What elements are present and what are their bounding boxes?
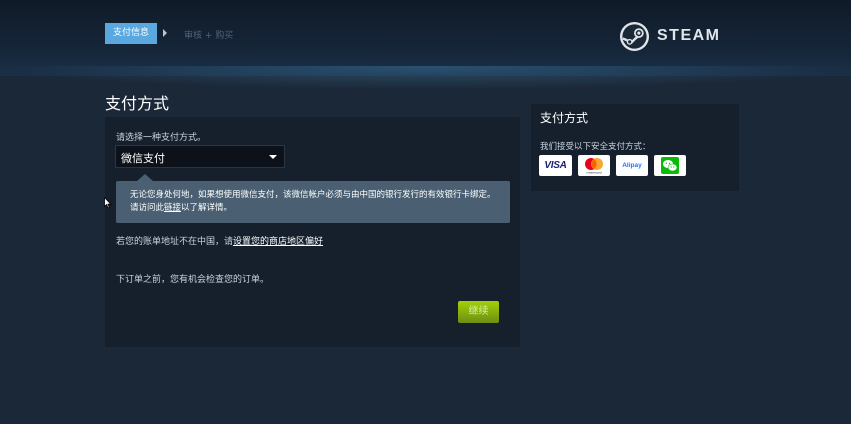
mastercard-icon: mastercard bbox=[578, 155, 610, 176]
continue-button[interactable]: 继续 bbox=[458, 301, 499, 323]
notice-text: 无论您身处何地，如果想使用微信支付，该微信帐户必须与由中国的银行发行的有效银行卡… bbox=[130, 189, 502, 215]
wechat-pay-icon bbox=[654, 155, 686, 176]
steam-logo[interactable]: STEAM bbox=[619, 20, 721, 52]
step-review-purchase: 审核 + 购买 bbox=[184, 31, 234, 41]
accepted-methods-title: 支付方式 bbox=[540, 111, 589, 125]
payment-method-icons: VISA mastercard Alipay bbox=[539, 155, 686, 176]
mastercard-text: mastercard bbox=[586, 171, 601, 175]
notice-pointer bbox=[137, 174, 153, 181]
header-glow bbox=[0, 66, 851, 90]
store-region-link[interactable]: 设置您的商店地区偏好 bbox=[233, 237, 323, 247]
page-title: 支付方式 bbox=[105, 94, 170, 113]
store-region-text: 若您的账单地址不在中国，请 bbox=[116, 237, 234, 247]
chevron-down-icon bbox=[269, 155, 277, 159]
mouse-cursor-icon bbox=[104, 194, 112, 213]
steam-logo-icon bbox=[619, 21, 650, 51]
notice-text-after: 以了解详情。 bbox=[181, 203, 233, 213]
alipay-text: Alipay bbox=[622, 162, 642, 169]
visa-card-icon: VISA bbox=[539, 155, 572, 176]
step-arrow-icon bbox=[163, 29, 167, 37]
payment-method-select[interactable]: 微信支付 bbox=[115, 145, 285, 168]
step-payment-info: 支付信息 bbox=[105, 23, 158, 44]
select-prompt: 请选择一种支付方式。 bbox=[116, 133, 207, 143]
store-region-note: 若您的账单地址不在中国，请设置您的商店地区偏好 bbox=[116, 234, 323, 247]
accepted-methods-subtitle: 我们接受以下安全支付方式： bbox=[540, 142, 651, 152]
visa-text: VISA bbox=[544, 160, 567, 171]
notice-link[interactable]: 链接 bbox=[164, 203, 181, 213]
review-note: 下订单之前，您有机会检查您的订单。 bbox=[116, 275, 270, 285]
payment-method-value: 微信支付 bbox=[121, 152, 165, 165]
steam-wordmark: STEAM bbox=[657, 27, 721, 44]
alipay-icon: Alipay bbox=[616, 155, 648, 176]
wechat-notice: 无论您身处何地，如果想使用微信支付，该微信帐户必须与由中国的银行发行的有效银行卡… bbox=[116, 174, 510, 223]
